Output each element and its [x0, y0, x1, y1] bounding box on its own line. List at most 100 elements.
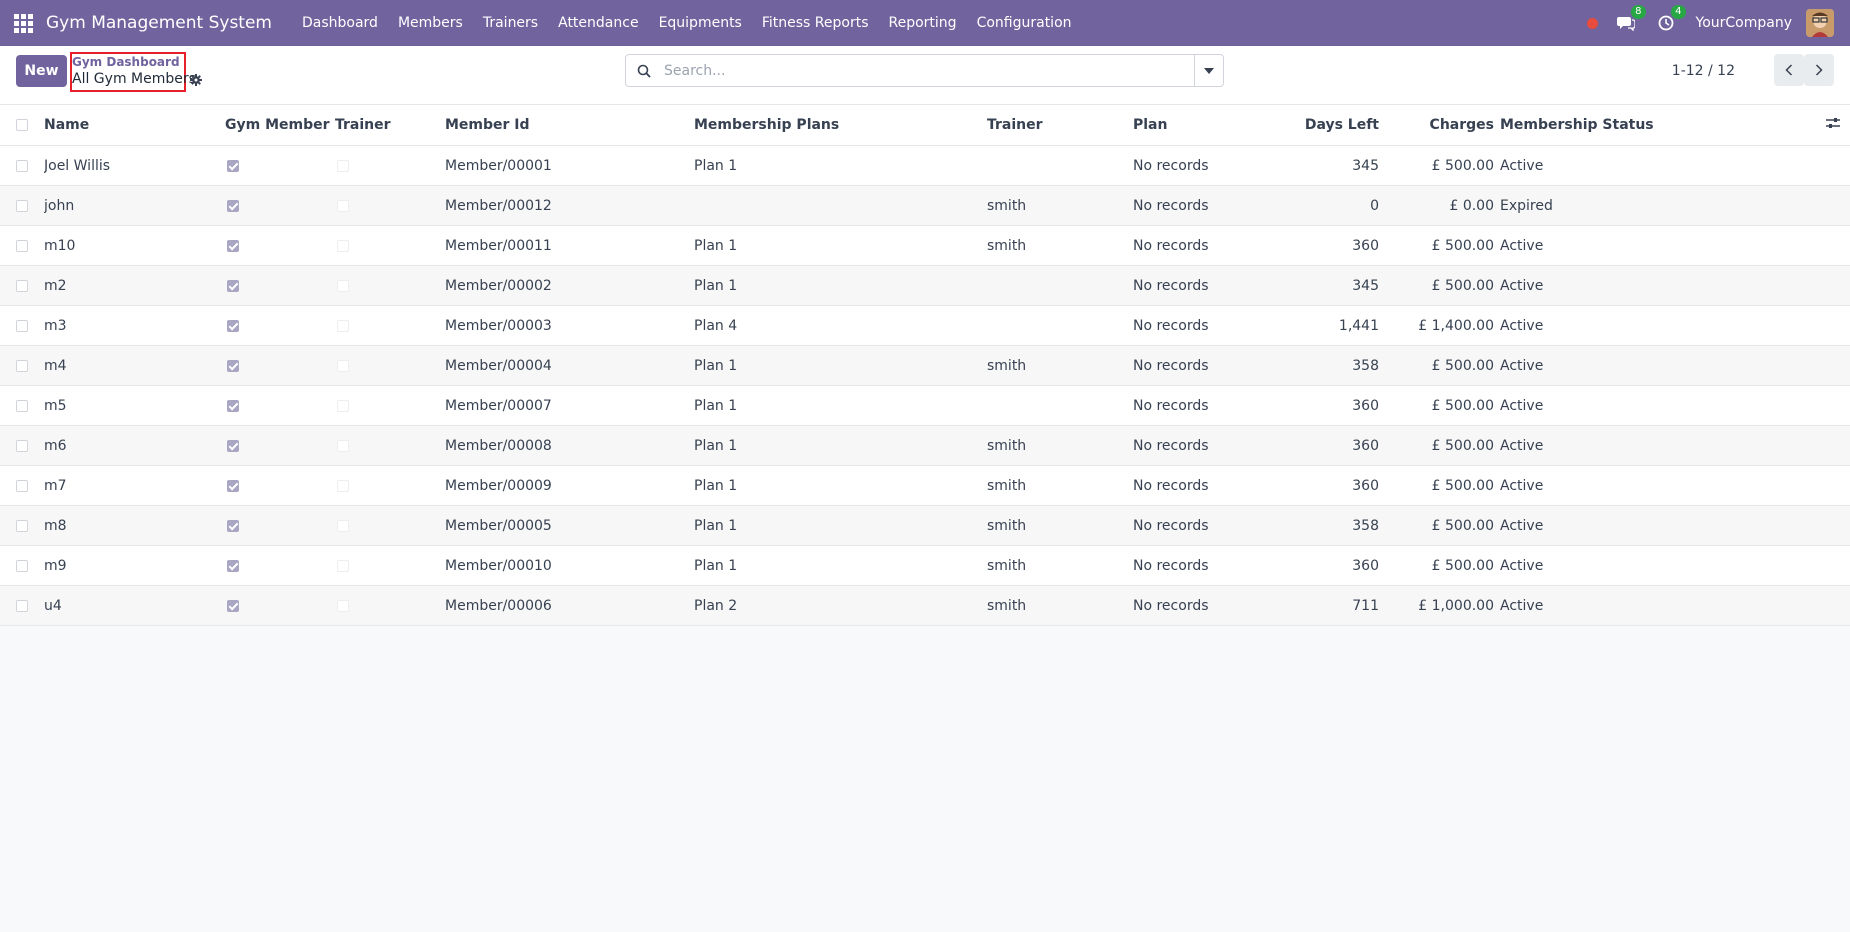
- member-name[interactable]: m10: [44, 225, 225, 266]
- menu-attendance[interactable]: Attendance: [548, 0, 648, 46]
- member-name[interactable]: john: [44, 185, 225, 226]
- membership-status[interactable]: Active: [1500, 545, 1730, 586]
- membership-status[interactable]: Active: [1500, 305, 1730, 346]
- membership-plans[interactable]: Plan 1: [694, 425, 987, 466]
- plan[interactable]: No records: [1133, 345, 1258, 386]
- member-id[interactable]: Member/00012: [445, 185, 694, 226]
- member-id[interactable]: Member/00008: [445, 425, 694, 466]
- row-checkbox[interactable]: [16, 359, 28, 372]
- row-checkbox[interactable]: [16, 159, 28, 172]
- plan[interactable]: No records: [1133, 585, 1258, 626]
- col-gym-member[interactable]: Gym Member: [225, 105, 335, 146]
- trainer[interactable]: smith: [987, 465, 1133, 506]
- membership-plans[interactable]: Plan 1: [694, 225, 987, 266]
- company-switcher[interactable]: YourCompany: [1696, 15, 1793, 31]
- activities-clock-icon[interactable]: 4: [1656, 5, 1686, 33]
- col-name[interactable]: Name: [44, 105, 225, 146]
- trainer[interactable]: smith: [987, 585, 1133, 626]
- plan[interactable]: No records: [1133, 305, 1258, 346]
- member-name[interactable]: m7: [44, 465, 225, 506]
- trainer[interactable]: smith: [987, 425, 1133, 466]
- membership-plans[interactable]: Plan 4: [694, 305, 987, 346]
- table-row[interactable]: Joel Willis Member/00001 Plan 1 No records 3…: [0, 145, 1850, 186]
- member-name[interactable]: m9: [44, 545, 225, 586]
- row-checkbox[interactable]: [16, 239, 28, 252]
- charges[interactable]: £ 500.00: [1385, 145, 1500, 186]
- membership-status[interactable]: Active: [1500, 425, 1730, 466]
- row-checkbox[interactable]: [16, 559, 28, 572]
- membership-plans[interactable]: Plan 1: [694, 545, 987, 586]
- gear-icon[interactable]: [190, 74, 202, 86]
- charges[interactable]: £ 500.00: [1385, 545, 1500, 586]
- membership-status[interactable]: Active: [1500, 345, 1730, 386]
- row-checkbox[interactable]: [16, 399, 28, 412]
- member-id[interactable]: Member/00005: [445, 505, 694, 546]
- plan[interactable]: No records: [1133, 145, 1258, 186]
- charges[interactable]: £ 500.00: [1385, 265, 1500, 306]
- member-id[interactable]: Member/00009: [445, 465, 694, 506]
- days-left[interactable]: 358: [1258, 345, 1385, 386]
- membership-plans[interactable]: Plan 1: [694, 505, 987, 546]
- menu-dashboard[interactable]: Dashboard: [292, 0, 388, 46]
- member-name[interactable]: m6: [44, 425, 225, 466]
- days-left[interactable]: 358: [1258, 505, 1385, 546]
- row-checkbox[interactable]: [16, 519, 28, 532]
- col-membership-plans[interactable]: Membership Plans: [694, 105, 987, 146]
- days-left[interactable]: 360: [1258, 545, 1385, 586]
- app-brand[interactable]: Gym Management System: [46, 13, 272, 33]
- days-left[interactable]: 360: [1258, 225, 1385, 266]
- days-left[interactable]: 0: [1258, 185, 1385, 226]
- membership-plans[interactable]: Plan 1: [694, 265, 987, 306]
- days-left[interactable]: 360: [1258, 465, 1385, 506]
- menu-configuration[interactable]: Configuration: [967, 0, 1082, 46]
- trainer[interactable]: [987, 385, 1133, 426]
- pager-previous-button[interactable]: [1774, 54, 1804, 86]
- membership-status[interactable]: Active: [1500, 385, 1730, 426]
- table-row[interactable]: m2 Member/00002 Plan 1 No records 345 £ 500.0…: [0, 265, 1850, 306]
- search-input[interactable]: [662, 55, 1194, 86]
- recording-dot-icon[interactable]: [1586, 17, 1598, 29]
- plan[interactable]: No records: [1133, 185, 1258, 226]
- member-name[interactable]: u4: [44, 585, 225, 626]
- charges[interactable]: £ 500.00: [1385, 425, 1500, 466]
- member-id[interactable]: Member/00010: [445, 545, 694, 586]
- member-name[interactable]: m4: [44, 345, 225, 386]
- col-trainer-flag[interactable]: Trainer: [335, 105, 445, 146]
- col-trainer[interactable]: Trainer: [987, 105, 1133, 146]
- days-left[interactable]: 345: [1258, 145, 1385, 186]
- table-row[interactable]: m7 Member/00009 Plan 1 smith No records 360 £ …: [0, 465, 1850, 506]
- plan[interactable]: No records: [1133, 385, 1258, 426]
- trainer[interactable]: smith: [987, 185, 1133, 226]
- col-days-left[interactable]: Days Left: [1258, 105, 1385, 146]
- member-name[interactable]: m2: [44, 265, 225, 306]
- membership-plans[interactable]: Plan 1: [694, 385, 987, 426]
- charges[interactable]: £ 0.00: [1385, 185, 1500, 226]
- table-row[interactable]: m9 Member/00010 Plan 1 smith No records 360 £ …: [0, 545, 1850, 586]
- sliders-icon[interactable]: [1826, 117, 1840, 133]
- select-all-checkbox[interactable]: [16, 119, 28, 131]
- messages-icon[interactable]: 8: [1616, 5, 1646, 33]
- membership-plans[interactable]: Plan 1: [694, 145, 987, 186]
- member-name[interactable]: m8: [44, 505, 225, 546]
- row-checkbox[interactable]: [16, 319, 28, 332]
- member-id[interactable]: Member/00003: [445, 305, 694, 346]
- charges[interactable]: £ 500.00: [1385, 385, 1500, 426]
- col-membership-status[interactable]: Membership Status: [1500, 105, 1730, 146]
- trainer[interactable]: [987, 305, 1133, 346]
- days-left[interactable]: 711: [1258, 585, 1385, 626]
- table-row[interactable]: m5 Member/00007 Plan 1 No records 360 £ 500.0…: [0, 385, 1850, 426]
- membership-plans[interactable]: Plan 1: [694, 345, 987, 386]
- search-options-toggle[interactable]: [1194, 55, 1223, 86]
- apps-menu-icon[interactable]: [0, 0, 46, 46]
- membership-plans[interactable]: Plan 1: [694, 465, 987, 506]
- member-id[interactable]: Member/00002: [445, 265, 694, 306]
- membership-status[interactable]: Active: [1500, 265, 1730, 306]
- charges[interactable]: £ 1,400.00: [1385, 305, 1500, 346]
- member-id[interactable]: Member/00006: [445, 585, 694, 626]
- charges[interactable]: £ 500.00: [1385, 505, 1500, 546]
- plan[interactable]: No records: [1133, 505, 1258, 546]
- days-left[interactable]: 1,441: [1258, 305, 1385, 346]
- membership-status[interactable]: Active: [1500, 505, 1730, 546]
- membership-plans[interactable]: [694, 185, 987, 226]
- trainer[interactable]: [987, 265, 1133, 306]
